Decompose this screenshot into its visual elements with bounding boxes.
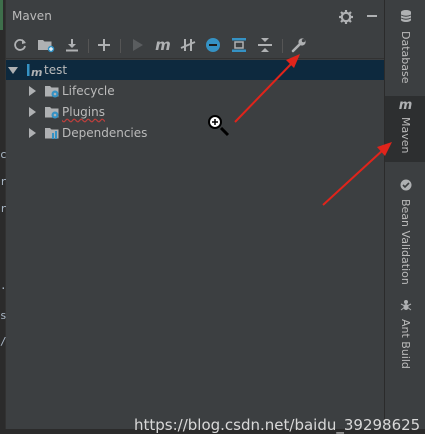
red-arrow-to-maven-tab-icon — [322, 142, 392, 206]
annotation-overlay — [208, 54, 392, 206]
watermark-text: https://blog.csdn.net/baidu_39298625 — [134, 416, 421, 434]
red-arrow-to-wrench-icon — [234, 54, 300, 123]
magnifier-cursor-icon — [208, 115, 230, 137]
